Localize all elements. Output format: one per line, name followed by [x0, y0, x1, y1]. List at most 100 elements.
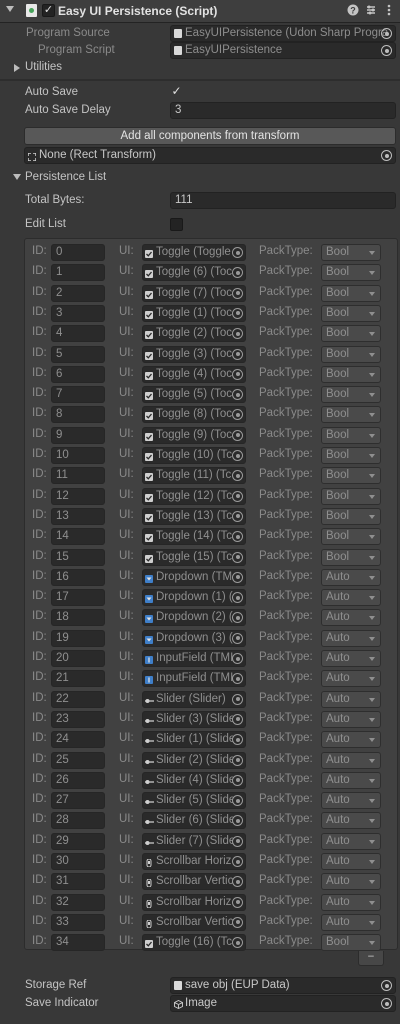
- packtype-dropdown[interactable]: Bool: [321, 284, 381, 302]
- packtype-dropdown[interactable]: Auto: [321, 853, 381, 870]
- object-picker-icon[interactable]: [232, 815, 243, 827]
- ui-object-field[interactable]: Toggle (9) (Toc: [142, 426, 246, 444]
- ui-object-field[interactable]: Slider (3) (Slide: [142, 710, 246, 728]
- packtype-dropdown[interactable]: Auto: [321, 568, 381, 586]
- id-field[interactable]: 16: [51, 568, 105, 586]
- id-field[interactable]: 27: [51, 792, 105, 810]
- ui-object-field[interactable]: Slider (5) (Slide: [142, 792, 246, 810]
- object-picker-icon[interactable]: [232, 754, 243, 766]
- packtype-dropdown[interactable]: Auto: [321, 650, 381, 667]
- object-picker-icon[interactable]: [232, 287, 243, 299]
- id-field[interactable]: 0: [51, 244, 105, 261]
- id-field[interactable]: 10: [51, 447, 105, 464]
- object-picker-icon[interactable]: [232, 510, 243, 522]
- id-field[interactable]: 15: [51, 548, 105, 566]
- id-field[interactable]: 7: [51, 386, 105, 404]
- id-field[interactable]: 14: [51, 528, 105, 546]
- object-picker-icon[interactable]: [232, 653, 243, 664]
- object-picker-icon[interactable]: [232, 307, 243, 319]
- ui-object-field[interactable]: Slider (Slider): [142, 690, 246, 708]
- id-field[interactable]: 12: [51, 487, 105, 505]
- object-picker-icon[interactable]: [232, 713, 243, 725]
- object-picker-icon[interactable]: [232, 328, 243, 340]
- id-field[interactable]: 24: [51, 731, 105, 749]
- packtype-dropdown[interactable]: Auto: [321, 731, 381, 749]
- packtype-dropdown[interactable]: Auto: [321, 893, 381, 911]
- packtype-dropdown[interactable]: Bool: [321, 447, 381, 464]
- utilities-foldout-label[interactable]: Utilities: [25, 61, 62, 73]
- object-picker-icon[interactable]: [381, 150, 392, 161]
- packtype-dropdown[interactable]: Bool: [321, 264, 381, 282]
- object-picker-icon[interactable]: [232, 267, 243, 279]
- ui-object-field[interactable]: Toggle (3) (Toc: [142, 345, 246, 363]
- id-field[interactable]: 33: [51, 913, 105, 931]
- id-field[interactable]: 8: [51, 406, 105, 424]
- object-picker-icon[interactable]: [381, 980, 392, 991]
- object-picker-icon[interactable]: [232, 247, 243, 258]
- id-field[interactable]: 4: [51, 325, 105, 343]
- packtype-dropdown[interactable]: Bool: [321, 548, 381, 566]
- packtype-dropdown[interactable]: Bool: [321, 325, 381, 343]
- object-picker-icon[interactable]: [232, 612, 243, 624]
- id-field[interactable]: 21: [51, 670, 105, 688]
- rect-transform-field[interactable]: None (Rect Transform): [24, 147, 396, 164]
- packtype-dropdown[interactable]: Bool: [321, 386, 381, 404]
- packtype-dropdown[interactable]: Auto: [321, 690, 381, 708]
- packtype-dropdown[interactable]: Auto: [321, 589, 381, 607]
- packtype-dropdown[interactable]: Bool: [321, 304, 381, 322]
- object-picker-icon[interactable]: [232, 490, 243, 502]
- object-picker-icon[interactable]: [232, 693, 243, 705]
- kebab-menu-icon[interactable]: [382, 4, 396, 18]
- ui-object-field[interactable]: Scrollbar Horiz: [142, 853, 246, 870]
- object-picker-icon[interactable]: [232, 734, 243, 746]
- packtype-dropdown[interactable]: Auto: [321, 771, 381, 789]
- remove-element-button[interactable]: −: [358, 951, 384, 966]
- id-field[interactable]: 19: [51, 629, 105, 647]
- ui-object-field[interactable]: Toggle (7) (Toc: [142, 284, 246, 302]
- program-source-field[interactable]: EasyUIPersistence (Udon Sharp Progra: [170, 25, 396, 42]
- packtype-dropdown[interactable]: Bool: [321, 487, 381, 505]
- id-field[interactable]: 3: [51, 304, 105, 322]
- object-picker-icon[interactable]: [232, 896, 243, 908]
- id-field[interactable]: 9: [51, 426, 105, 444]
- id-field[interactable]: 11: [51, 467, 105, 485]
- object-picker-icon[interactable]: [232, 571, 243, 583]
- auto-save-checkbox[interactable]: ✓: [170, 85, 183, 99]
- object-picker-icon[interactable]: [381, 45, 392, 56]
- id-field[interactable]: 2: [51, 284, 105, 302]
- object-picker-icon[interactable]: [232, 551, 243, 563]
- packtype-dropdown[interactable]: Bool: [321, 244, 381, 261]
- object-picker-icon[interactable]: [232, 916, 243, 928]
- id-field[interactable]: 31: [51, 873, 105, 891]
- object-picker-icon[interactable]: [232, 795, 243, 807]
- id-field[interactable]: 18: [51, 609, 105, 627]
- id-field[interactable]: 23: [51, 710, 105, 728]
- ui-object-field[interactable]: Toggle (11) (Tc: [142, 467, 246, 485]
- packtype-dropdown[interactable]: Bool: [321, 406, 381, 424]
- object-picker-icon[interactable]: [232, 856, 243, 867]
- program-script-field[interactable]: EasyUIPersistence: [170, 42, 396, 59]
- help-icon[interactable]: ?: [346, 4, 360, 18]
- id-field[interactable]: 22: [51, 690, 105, 708]
- packtype-dropdown[interactable]: Auto: [321, 913, 381, 931]
- id-field[interactable]: 6: [51, 365, 105, 383]
- ui-object-field[interactable]: Toggle (15) (Tc: [142, 548, 246, 566]
- object-picker-icon[interactable]: [232, 368, 243, 380]
- ui-object-field[interactable]: Toggle (16) (Tc: [142, 934, 246, 952]
- storage-ref-field[interactable]: save obj (EUP Data): [170, 977, 396, 994]
- foldout-arrow-icon[interactable]: [6, 6, 14, 12]
- id-field[interactable]: 30: [51, 853, 105, 870]
- object-picker-icon[interactable]: [232, 389, 243, 401]
- object-picker-icon[interactable]: [232, 632, 243, 644]
- object-picker-icon[interactable]: [232, 348, 243, 360]
- id-field[interactable]: 20: [51, 650, 105, 667]
- auto-save-delay-input[interactable]: 3: [170, 102, 396, 119]
- component-header[interactable]: ✓ Easy UI Persistence (Script) ?: [0, 0, 400, 23]
- packtype-dropdown[interactable]: Auto: [321, 832, 381, 850]
- object-picker-icon[interactable]: [232, 876, 243, 888]
- packtype-dropdown[interactable]: Bool: [321, 528, 381, 546]
- id-field[interactable]: 1: [51, 264, 105, 282]
- ui-object-field[interactable]: Toggle (14) (Tc: [142, 528, 246, 546]
- object-picker-icon[interactable]: [232, 531, 243, 543]
- ui-object-field[interactable]: Toggle (12) (Tc: [142, 487, 246, 505]
